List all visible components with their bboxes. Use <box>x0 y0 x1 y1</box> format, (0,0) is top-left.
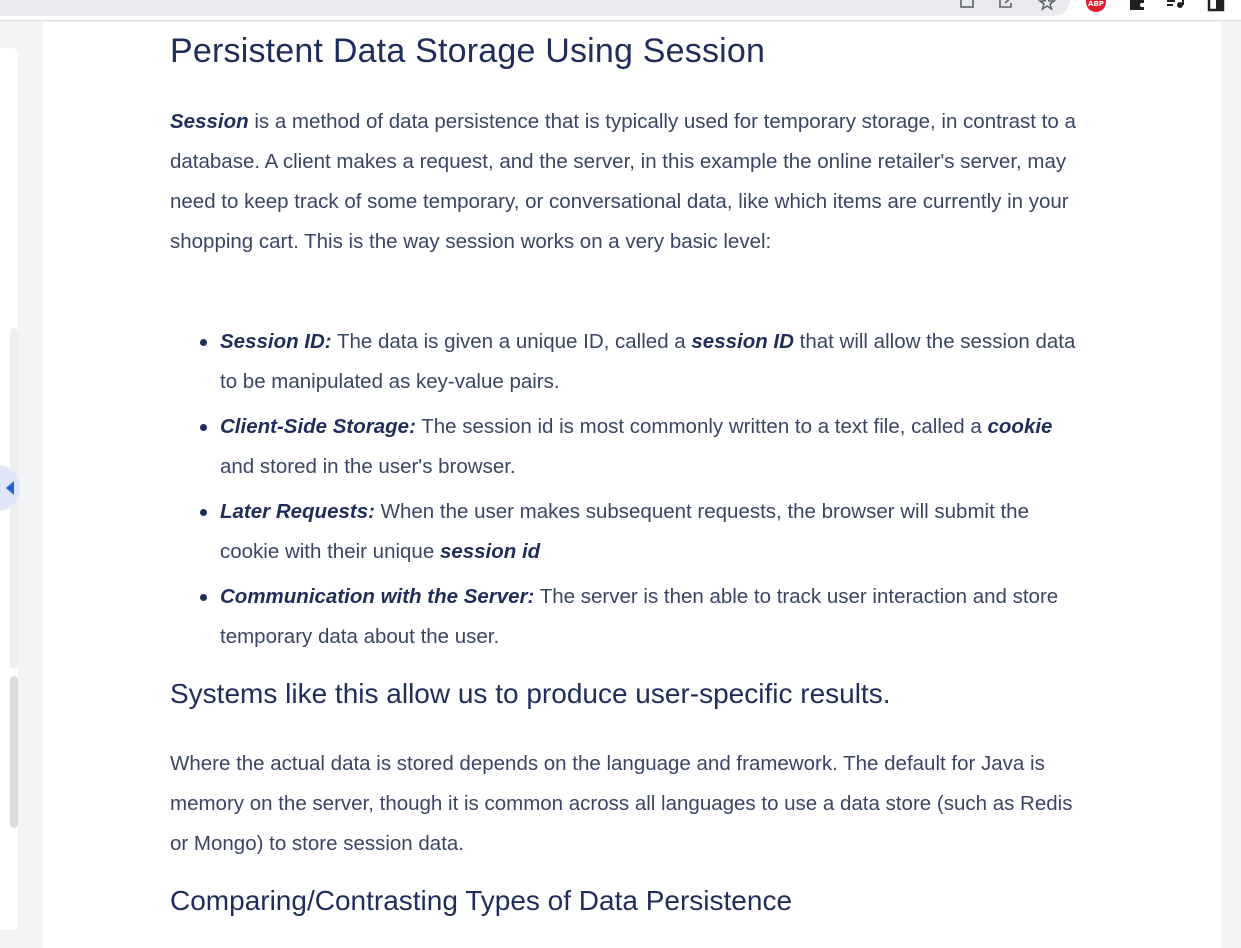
list-item-text: The session id is most commonly written … <box>415 415 988 438</box>
intro-lead-term: Session <box>170 110 249 133</box>
storage-paragraph: Where the actual data is stored depends … <box>170 752 1073 855</box>
list-item: Session ID: The data is given a unique I… <box>170 322 1090 402</box>
list-item-term: Later Requests: <box>220 500 375 523</box>
section-subheading: Systems like this allow us to produce us… <box>170 678 891 709</box>
article-card: Persistent Data Storage Using Session Se… <box>43 22 1221 948</box>
bullet-dot <box>200 424 207 431</box>
bullet-dot <box>200 509 207 516</box>
section-heading-comparison: Comparing/Contrasting Types of Data Pers… <box>170 885 793 916</box>
bullet-dot <box>200 594 207 601</box>
session-steps-list: Session ID: The data is given a unique I… <box>170 322 1090 662</box>
bookmark-star-icon[interactable] <box>1038 0 1056 12</box>
list-item-text: and stored in the user's browser. <box>220 455 516 478</box>
intro-text: is a method of data persistence that is … <box>170 110 1076 253</box>
list-item-term: Session ID: <box>220 330 332 353</box>
page-title: Persistent Data Storage Using Session <box>170 32 766 70</box>
browser-toolbar: ABP <box>0 0 1241 21</box>
list-item-emphasis: cookie <box>987 415 1053 438</box>
adblock-icon[interactable]: ABP <box>1086 0 1106 12</box>
share-icon[interactable] <box>997 0 1015 12</box>
intro-paragraph: Session is a method of data persistence … <box>170 102 1090 262</box>
caret-left-icon <box>6 481 14 495</box>
sidepanel-icon[interactable] <box>1207 0 1225 12</box>
bullet-dot <box>200 339 207 346</box>
list-item: Client-Side Storage: The session id is m… <box>170 407 1090 487</box>
extensions-puzzle-icon[interactable] <box>1128 0 1146 12</box>
list-item-emphasis: session id <box>439 540 541 563</box>
media-icon[interactable] <box>1166 0 1184 12</box>
list-item: Communication with the Server: The serve… <box>170 577 1090 657</box>
list-item-term: Client-Side Storage: <box>220 415 416 438</box>
list-item-term: Communication with the Server: <box>220 585 535 608</box>
list-item: Later Requests: When the user makes subs… <box>170 492 1090 572</box>
screenshot-icon[interactable] <box>958 0 976 12</box>
address-bar[interactable] <box>0 0 1070 16</box>
list-item-emphasis: session ID <box>691 330 794 353</box>
list-item-text: The data is given a unique ID, called a <box>331 330 692 353</box>
sidebar-scrollbar-thumb[interactable] <box>10 676 18 828</box>
